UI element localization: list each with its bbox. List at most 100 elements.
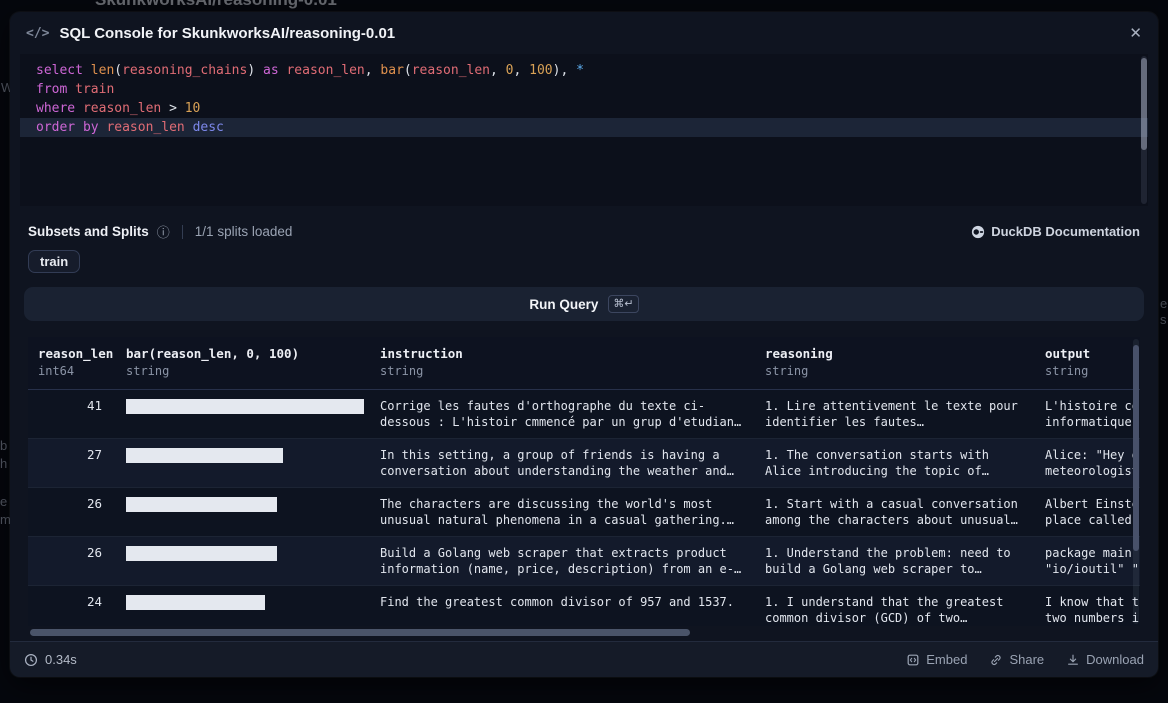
column-header-reasoning: reasoning string [755,337,1035,390]
cell-output: Alice: "Hey g meteorologist [1035,439,1140,488]
table-header-row: reason_len int64 bar(reason_len, 0, 100) st… [28,337,1140,390]
bar-glyph [126,546,277,561]
background-text-fragment: h [0,456,7,471]
table-row: 26 Build a Golang web scraper that extrac… [28,537,1140,586]
cell-output: Albert Einste place called [1035,488,1140,537]
column-name: reason_len [38,346,106,362]
clock-icon [24,653,38,667]
bar-glyph [126,595,265,610]
results-table: reason_len int64 bar(reason_len, 0, 100) st… [28,337,1140,626]
cell-reason-len: 41 [28,390,116,439]
embed-icon [906,653,920,667]
cell-bar [116,586,370,627]
modal-header: </> SQL Console for SkunkworksAI/reasoni… [10,12,1158,54]
cell-instruction: In this setting, a group of friends is h… [370,439,755,488]
column-type: string [765,364,1025,379]
run-query-label: Run Query [529,297,598,312]
column-type: int64 [38,364,106,379]
bar-glyph [126,448,283,463]
background-text-fragment: s [1160,312,1167,327]
cell-instruction: Corrige les fautes d'orthographe du text… [370,390,755,439]
cell-reasoning: 1. The conversation starts with Alice in… [755,439,1035,488]
embed-label: Embed [926,652,967,667]
download-icon [1066,653,1080,667]
cell-reason-len: 26 [28,488,116,537]
cell-bar [116,439,370,488]
editor-scrollbar-thumb[interactable] [1141,58,1147,150]
info-icon[interactable]: ⓘ [157,222,170,241]
column-name: reasoning [765,346,1025,362]
sql-editor[interactable]: select len(reasoning_chains) as reason_l… [20,54,1148,206]
download-label: Download [1086,652,1144,667]
table-row: 26 The characters are discussing the worl… [28,488,1140,537]
embed-button[interactable]: Embed [906,652,967,667]
sql-code-line: select len(reasoning_chains) as reason_l… [20,61,1148,80]
column-name: instruction [380,346,745,362]
cell-instruction: The characters are discussing the world'… [370,488,755,537]
splits-status: 1/1 splits loaded [195,224,293,239]
column-header-output: output string [1035,337,1140,390]
cell-output: package main "io/ioutil" " [1035,537,1140,586]
cell-bar [116,488,370,537]
cell-output: I know that t two numbers i [1035,586,1140,627]
modal-footer: 0.34s Embed Share [10,641,1158,677]
code-icon: </> [26,26,49,41]
results-table-wrap: reason_len int64 bar(reason_len, 0, 100) st… [28,337,1140,626]
duckdb-doc-link[interactable]: DuckDB Documentation [971,224,1140,239]
duckdb-logo-icon [971,225,985,239]
table-vertical-scrollbar-thumb[interactable] [1133,345,1139,551]
sql-code-line: where reason_len > 10 [20,99,1148,118]
bar-glyph [126,399,364,414]
background-page-title: SkunkworksAI/reasoning-0.01 [95,0,337,10]
sql-code-line: from train [20,80,1148,99]
cell-reasoning: 1. I understand that the greatest common… [755,586,1035,627]
cell-bar [116,537,370,586]
query-time-label: 0.34s [45,652,77,667]
cell-instruction: Find the greatest common divisor of 957 … [370,586,755,627]
split-chip-train[interactable]: train [28,250,80,273]
modal-title: SQL Console for SkunkworksAI/reasoning-0… [59,25,395,42]
column-name: bar(reason_len, 0, 100) [126,346,360,362]
share-button[interactable]: Share [989,652,1044,667]
cell-output: L'histoire co informatique [1035,390,1140,439]
subsets-row: Subsets and Splits ⓘ 1/1 splits loaded D… [28,222,1140,241]
column-name: output [1045,346,1140,362]
column-type: string [1045,364,1140,379]
table-horizontal-scrollbar-thumb[interactable] [30,629,690,636]
table-row: 41 Corrige les fautes d'orthographe du te… [28,390,1140,439]
table-horizontal-scrollbar-track[interactable] [28,629,1140,636]
cell-instruction: Build a Golang web scraper that extracts… [370,537,755,586]
cell-reasoning: 1. Lire attentivement le texte pour iden… [755,390,1035,439]
column-header-bar-reason-len-0-100-: bar(reason_len, 0, 100) string [116,337,370,390]
background-text-fragment: e [1160,296,1167,311]
footer-actions: Embed Share Download [906,652,1144,667]
share-label: Share [1009,652,1044,667]
cell-bar [116,390,370,439]
splits-chip-row: train [28,250,1140,273]
keyboard-shortcut-badge: ⌘↵ [608,295,638,313]
divider [182,225,183,239]
run-query-button[interactable]: Run Query ⌘↵ [24,287,1144,321]
close-icon[interactable]: ✕ [1129,24,1142,42]
cell-reason-len: 27 [28,439,116,488]
column-type: string [126,364,360,379]
background-text-fragment: b [0,438,7,453]
share-link-icon [989,653,1003,667]
column-header-instruction: instruction string [370,337,755,390]
sql-code-line: order by reason_len desc [20,118,1148,137]
table-row: 24 Find the greatest common divisor of 95… [28,586,1140,627]
cell-reasoning: 1. Understand the problem: need to build… [755,537,1035,586]
column-type: string [380,364,745,379]
duckdb-doc-label: DuckDB Documentation [991,224,1140,239]
query-time: 0.34s [24,652,77,667]
column-header-reason-len: reason_len int64 [28,337,116,390]
subsets-label: Subsets and Splits [28,224,149,239]
bar-glyph [126,497,277,512]
background-text-fragment: e [0,494,7,509]
download-button[interactable]: Download [1066,652,1144,667]
sql-console-modal: </> SQL Console for SkunkworksAI/reasoni… [10,12,1158,677]
table-row: 27 In this setting, a group of friends is… [28,439,1140,488]
cell-reasoning: 1. Start with a casual conversation amon… [755,488,1035,537]
cell-reason-len: 24 [28,586,116,627]
cell-reason-len: 26 [28,537,116,586]
